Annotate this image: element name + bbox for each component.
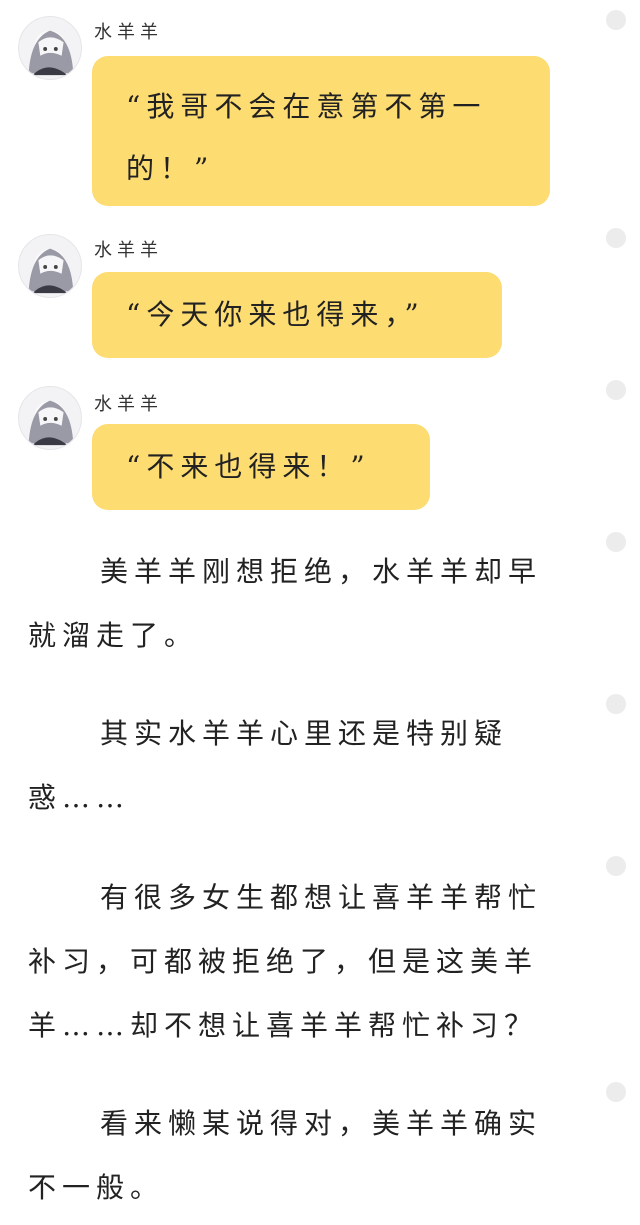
reaction-dot[interactable]: [606, 1082, 626, 1102]
reaction-dot[interactable]: [606, 228, 626, 248]
reaction-dot[interactable]: [606, 694, 626, 714]
narration-paragraph: 看来懒某说得对，美羊羊确实 不一般。: [28, 1092, 588, 1220]
reaction-dot[interactable]: [606, 380, 626, 400]
reaction-dot[interactable]: [606, 10, 626, 30]
narration-line: 不一般。: [28, 1171, 165, 1204]
chat-bubble: “我哥不会在意第不第一 的！”: [92, 56, 550, 206]
narration-paragraph: 有很多女生都想让喜羊羊帮忙 补习，可都被拒绝了，但是这美羊 羊……却不想让喜羊羊…: [28, 866, 588, 1058]
bubble-text: “不来也得来！”: [126, 450, 371, 483]
speaker-name: 水羊羊: [94, 240, 163, 261]
speaker-name: 水羊羊: [94, 394, 163, 415]
narration-line: 羊……却不想让喜羊羊帮忙补习？: [28, 1009, 539, 1042]
avatar[interactable]: [18, 386, 82, 450]
bubble-text: “我哥不会在意第不第一: [126, 90, 487, 123]
narration-line: 看来懒某说得对，美羊羊确实: [100, 1107, 543, 1140]
narration-line: 其实水羊羊心里还是特别疑: [100, 717, 509, 750]
narration-line: 美羊羊刚想拒绝，水羊羊却早: [100, 555, 543, 588]
avatar[interactable]: [18, 234, 82, 298]
speaker-name: 水羊羊: [94, 22, 163, 43]
avatar[interactable]: [18, 16, 82, 80]
narration-line: 有很多女生都想让喜羊羊帮忙: [100, 881, 543, 914]
narration-line: 就溜走了。: [28, 619, 199, 652]
bubble-text: 的！”: [126, 152, 215, 185]
bubble-text: “今天你来也得来，”: [126, 298, 425, 331]
narration-paragraph: 美羊羊刚想拒绝，水羊羊却早 就溜走了。: [28, 540, 588, 668]
narration-line: 惑……: [28, 781, 131, 814]
narration-line: 补习，可都被拒绝了，但是这美羊: [28, 945, 539, 978]
narration-paragraph: 其实水羊羊心里还是特别疑 惑……: [28, 702, 588, 830]
reaction-dot[interactable]: [606, 856, 626, 876]
chat-bubble: “今天你来也得来，”: [92, 272, 502, 358]
reaction-dot[interactable]: [606, 532, 626, 552]
chat-bubble: “不来也得来！”: [92, 424, 430, 510]
